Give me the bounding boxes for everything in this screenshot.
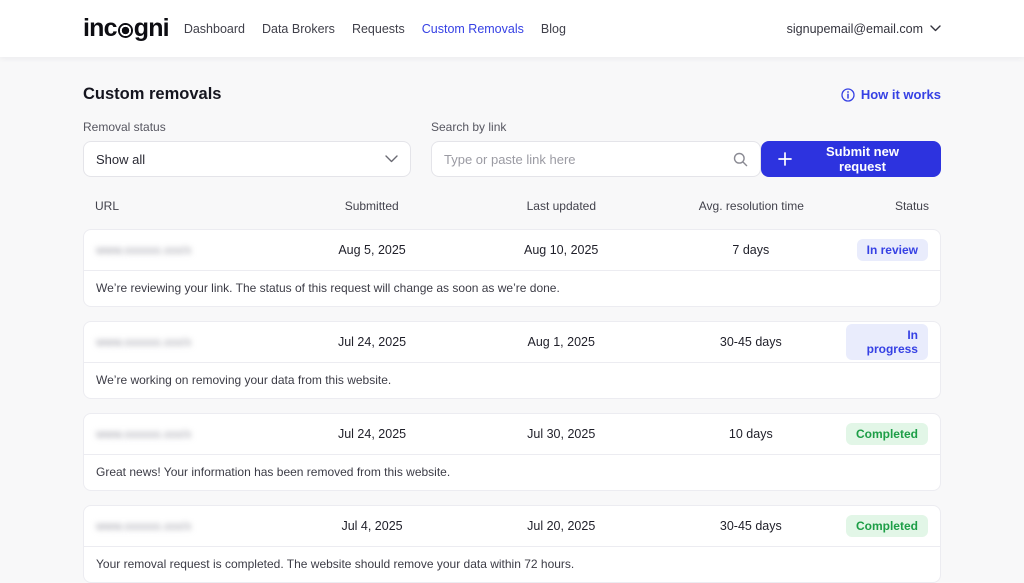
submitted-cell: Jul 24, 2025	[277, 427, 466, 441]
table-row: www.xxxxxx.xxx/x Aug 5, 2025 Aug 10, 202…	[84, 230, 940, 270]
request-card: www.xxxxxx.xxx/x Jul 24, 2025 Aug 1, 202…	[83, 321, 941, 399]
nav-item-dashboard[interactable]: Dashboard	[184, 22, 245, 36]
status-badge: In progress	[846, 324, 928, 361]
plus-icon	[778, 152, 792, 166]
resolution-time-cell: 30-45 days	[656, 519, 846, 533]
last-updated-cell: Aug 10, 2025	[467, 243, 656, 257]
search-input[interactable]	[444, 152, 733, 167]
status-message: We’re working on removing your data from…	[84, 362, 940, 398]
resolution-time-cell: 30-45 days	[656, 335, 846, 349]
submit-button-label: Submit new request	[801, 144, 924, 174]
top-navigation-bar: incgni Dashboard Data Brokers Requests C…	[0, 0, 1024, 57]
table-row: www.xxxxxx.xxx/x Jul 24, 2025 Jul 30, 20…	[84, 414, 940, 454]
info-circle-icon	[841, 88, 855, 102]
search-box	[431, 141, 761, 177]
how-it-works-link[interactable]: How it works	[841, 87, 941, 102]
removal-status-value: Show all	[96, 152, 145, 167]
main-nav: Dashboard Data Brokers Requests Custom R…	[184, 22, 566, 36]
request-card: www.xxxxxx.xxx/x Jul 4, 2025 Jul 20, 202…	[83, 505, 941, 583]
status-message: Your removal request is completed. The w…	[84, 546, 940, 582]
logo-text-post: gni	[134, 14, 169, 43]
removal-status-label: Removal status	[83, 120, 411, 134]
status-badge: Completed	[846, 423, 928, 445]
column-header-submitted: Submitted	[277, 199, 467, 213]
search-by-link-label: Search by link	[431, 120, 761, 134]
column-header-status: Status	[847, 199, 941, 213]
resolution-time-cell: 10 days	[656, 427, 846, 441]
last-updated-cell: Aug 1, 2025	[467, 335, 656, 349]
table-row: www.xxxxxx.xxx/x Jul 4, 2025 Jul 20, 202…	[84, 506, 940, 546]
logo-text-pre: inc	[83, 14, 117, 43]
request-card: www.xxxxxx.xxx/x Aug 5, 2025 Aug 10, 202…	[83, 229, 941, 307]
submitted-cell: Jul 4, 2025	[277, 519, 466, 533]
url-cell-blurred: www.xxxxxx.xxx/x	[84, 519, 277, 533]
last-updated-cell: Jul 20, 2025	[467, 519, 656, 533]
status-badge: In review	[857, 239, 928, 261]
submitted-cell: Jul 24, 2025	[277, 335, 466, 349]
custom-removals-page: Custom removals How it works Removal sta…	[83, 85, 941, 583]
url-cell-blurred: www.xxxxxx.xxx/x	[84, 335, 277, 349]
request-card: www.xxxxxx.xxx/x Jul 24, 2025 Jul 30, 20…	[83, 413, 941, 491]
requests-list: www.xxxxxx.xxx/x Aug 5, 2025 Aug 10, 202…	[83, 229, 941, 583]
column-header-last-updated: Last updated	[467, 199, 657, 213]
nav-item-requests[interactable]: Requests	[352, 22, 405, 36]
search-icon	[733, 152, 748, 167]
column-header-resolution-time: Avg. resolution time	[656, 199, 846, 213]
removal-status-select[interactable]: Show all	[83, 141, 411, 177]
column-header-url: URL	[83, 199, 277, 213]
nav-item-custom-removals[interactable]: Custom Removals	[422, 22, 524, 36]
nav-item-blog[interactable]: Blog	[541, 22, 566, 36]
status-message: We’re reviewing your link. The status of…	[84, 270, 940, 306]
nav-item-data-brokers[interactable]: Data Brokers	[262, 22, 335, 36]
incogni-logo[interactable]: incgni	[83, 14, 169, 43]
status-message: Great news! Your information has been re…	[84, 454, 940, 490]
submitted-cell: Aug 5, 2025	[277, 243, 466, 257]
url-cell-blurred: www.xxxxxx.xxx/x	[84, 243, 277, 257]
table-header-row: URL Submitted Last updated Avg. resoluti…	[83, 199, 941, 213]
chevron-down-icon	[385, 155, 398, 163]
account-menu[interactable]: signupemail@email.com	[787, 22, 941, 36]
logo-o-icon	[118, 23, 133, 38]
chevron-down-icon	[930, 25, 941, 32]
how-it-works-label: How it works	[861, 87, 941, 102]
page-title: Custom removals	[83, 85, 221, 104]
table-row: www.xxxxxx.xxx/x Jul 24, 2025 Aug 1, 202…	[84, 322, 940, 362]
account-email: signupemail@email.com	[787, 22, 923, 36]
url-cell-blurred: www.xxxxxx.xxx/x	[84, 427, 277, 441]
resolution-time-cell: 7 days	[656, 243, 846, 257]
status-badge: Completed	[846, 515, 928, 537]
submit-new-request-button[interactable]: Submit new request	[761, 141, 941, 177]
last-updated-cell: Jul 30, 2025	[467, 427, 656, 441]
